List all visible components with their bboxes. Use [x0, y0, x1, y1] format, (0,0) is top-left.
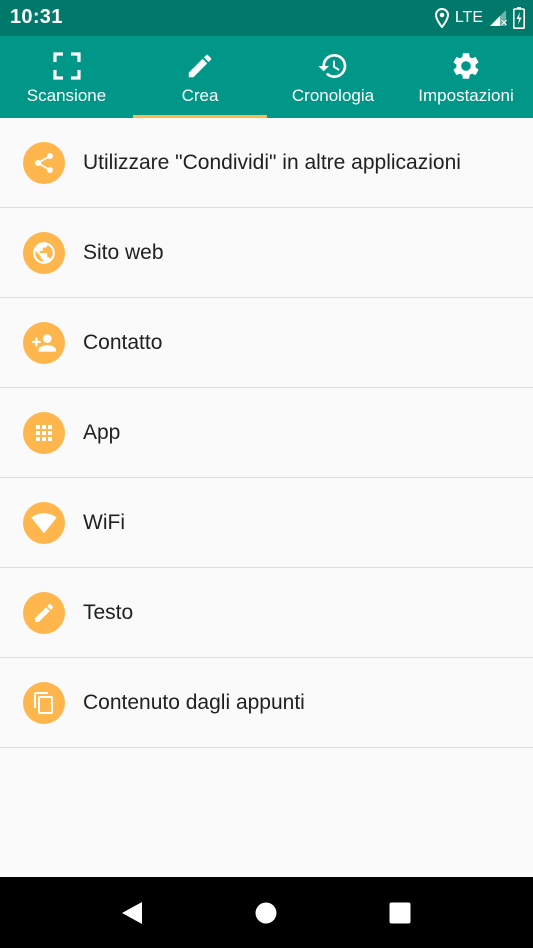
recents-square-icon — [389, 902, 411, 924]
wifi-icon — [23, 502, 65, 544]
history-icon — [317, 50, 349, 82]
list-item-label: Contatto — [83, 331, 163, 354]
back-triangle-icon — [122, 902, 142, 924]
apps-grid-icon — [23, 412, 65, 454]
gear-icon — [450, 50, 482, 82]
share-icon — [23, 142, 65, 184]
tab-label: Cronologia — [291, 86, 375, 105]
list-item-clipboard[interactable]: Contenuto dagli appunti — [0, 658, 533, 748]
home-circle-icon — [255, 902, 277, 924]
list-item-contact[interactable]: Contatto — [0, 298, 533, 388]
list-item-text[interactable]: Testo — [0, 568, 533, 658]
add-person-icon — [23, 322, 65, 364]
home-button[interactable] — [254, 901, 278, 925]
list-item-label: Testo — [83, 601, 134, 624]
tab-impostazioni[interactable]: Impostazioni — [399, 36, 533, 118]
list-item-label: App — [83, 421, 121, 444]
recents-button[interactable] — [388, 901, 412, 925]
battery-icon — [513, 7, 525, 29]
tab-crea[interactable]: Crea — [133, 36, 267, 118]
tab-label: Impostazioni — [418, 86, 514, 105]
status-bar: 10:31 LTE — [0, 0, 533, 36]
pencil-icon — [184, 50, 216, 82]
signal-icon — [488, 9, 508, 27]
tab-label: Scansione — [26, 86, 107, 105]
scan-frame-icon — [51, 50, 83, 82]
tab-scansione[interactable]: Scansione — [0, 36, 133, 118]
back-button[interactable] — [120, 901, 144, 925]
globe-icon — [23, 232, 65, 274]
list-item-wifi[interactable]: WiFi — [0, 478, 533, 568]
tab-label: Crea — [181, 86, 219, 105]
tab-bar: Scansione Crea Cronologia Impostazioni — [0, 36, 533, 118]
clipboard-copy-icon — [23, 682, 65, 724]
list-item-website[interactable]: Sito web — [0, 208, 533, 298]
navigation-bar — [0, 877, 533, 948]
status-icons: LTE — [434, 7, 525, 29]
location-icon — [434, 8, 450, 28]
list-item-label: Utilizzare "Condividi" in altre applicaz… — [83, 151, 461, 174]
pencil-icon — [23, 592, 65, 634]
list-item-label: WiFi — [83, 511, 125, 534]
network-type: LTE — [454, 9, 483, 26]
list-item-app[interactable]: App — [0, 388, 533, 478]
tab-cronologia[interactable]: Cronologia — [267, 36, 399, 118]
list-item-label: Contenuto dagli appunti — [83, 691, 305, 714]
create-options-list: Utilizzare "Condividi" in altre applicaz… — [0, 118, 533, 748]
status-time: 10:31 — [10, 6, 63, 28]
list-item-share[interactable]: Utilizzare "Condividi" in altre applicaz… — [0, 118, 533, 208]
list-item-label: Sito web — [83, 241, 164, 264]
